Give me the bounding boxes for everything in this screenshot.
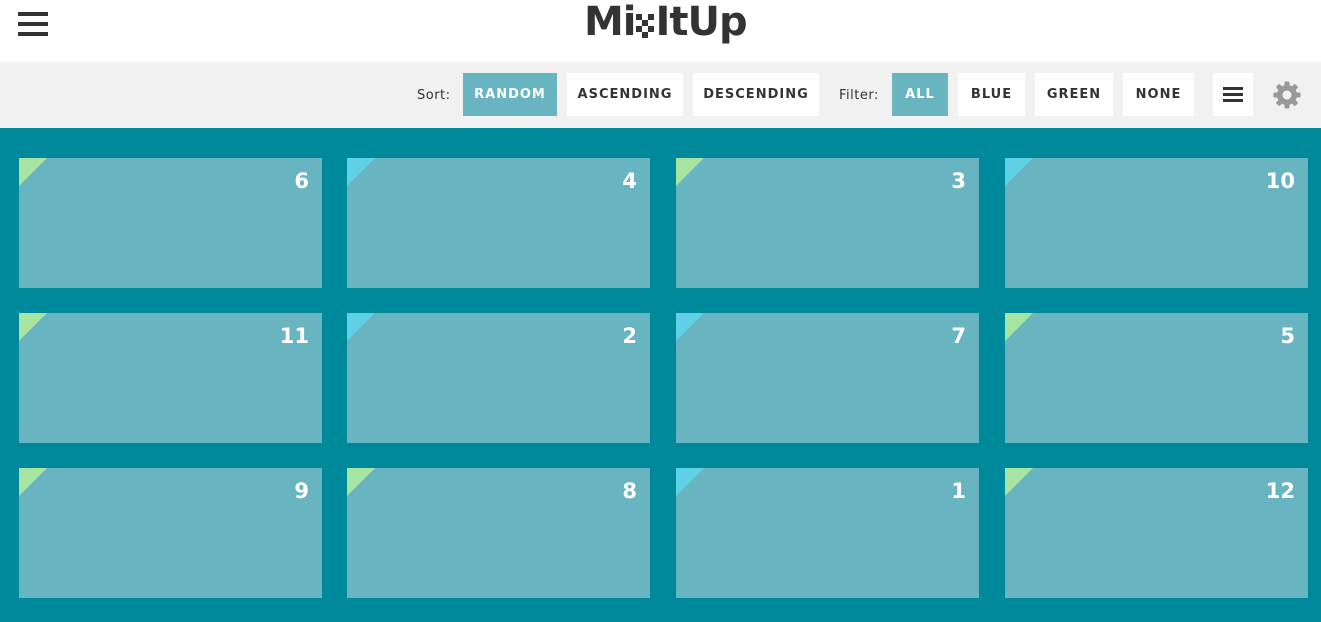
card-number: 9 (294, 479, 309, 503)
green-color-marker (1005, 313, 1033, 341)
list-layout-icon[interactable] (1213, 73, 1253, 116)
card-number: 5 (1280, 324, 1295, 348)
logo-text-left: Mi (584, 0, 637, 45)
card-number: 6 (294, 169, 309, 193)
hamburger-icon[interactable] (18, 12, 48, 36)
card-number: 11 (279, 324, 309, 348)
filter-label: Filter: (839, 88, 879, 103)
card[interactable]: 6 (19, 158, 322, 288)
card[interactable]: 4 (347, 158, 650, 288)
controls-bar: Sort: RANDOM ASCENDING DESCENDING Filter… (0, 62, 1321, 128)
green-color-marker (19, 468, 47, 496)
filter-green-button[interactable]: GREEN (1035, 73, 1113, 116)
card[interactable]: 9 (19, 468, 322, 598)
sort-ascending-button[interactable]: ASCENDING (567, 73, 683, 116)
green-color-marker (19, 158, 47, 186)
card[interactable]: 2 (347, 313, 650, 443)
card[interactable]: 11 (19, 313, 322, 443)
filter-none-button[interactable]: NONE (1123, 73, 1194, 116)
blue-color-marker (676, 468, 704, 496)
card-number: 2 (622, 324, 637, 348)
card-number: 10 (1265, 169, 1295, 193)
card[interactable]: 3 (676, 158, 979, 288)
card-number: 4 (622, 169, 637, 193)
green-color-marker (347, 468, 375, 496)
card[interactable]: 10 (1005, 158, 1308, 288)
card-number: 1 (951, 479, 966, 503)
sort-random-button[interactable]: RANDOM (463, 73, 557, 116)
card[interactable]: 8 (347, 468, 650, 598)
blue-color-marker (347, 158, 375, 186)
card-number: 7 (951, 324, 966, 348)
sort-label: Sort: (417, 88, 451, 103)
sort-descending-button[interactable]: DESCENDING (693, 73, 819, 116)
blue-color-marker (676, 313, 704, 341)
card[interactable]: 7 (676, 313, 979, 443)
card-grid: 6 4 3 10 11 2 7 5 9 8 1 12 (0, 128, 1321, 622)
card[interactable]: 1 (676, 468, 979, 598)
card[interactable]: 12 (1005, 468, 1308, 598)
logo: Mi ItUp (584, 0, 748, 52)
header: Mi ItUp (0, 0, 1321, 62)
logo-text-right: ItUp (655, 0, 748, 45)
gear-icon[interactable] (1272, 80, 1302, 110)
card-number: 3 (951, 169, 966, 193)
card-number: 12 (1265, 479, 1295, 503)
blue-color-marker (347, 313, 375, 341)
filter-blue-button[interactable]: BLUE (958, 73, 1025, 116)
card-number: 8 (622, 479, 637, 503)
card[interactable]: 5 (1005, 313, 1308, 443)
blue-color-marker (1005, 158, 1033, 186)
logo-x-mark (635, 14, 656, 38)
green-color-marker (676, 158, 704, 186)
green-color-marker (1005, 468, 1033, 496)
green-color-marker (19, 313, 47, 341)
filter-all-button[interactable]: ALL (892, 73, 948, 116)
